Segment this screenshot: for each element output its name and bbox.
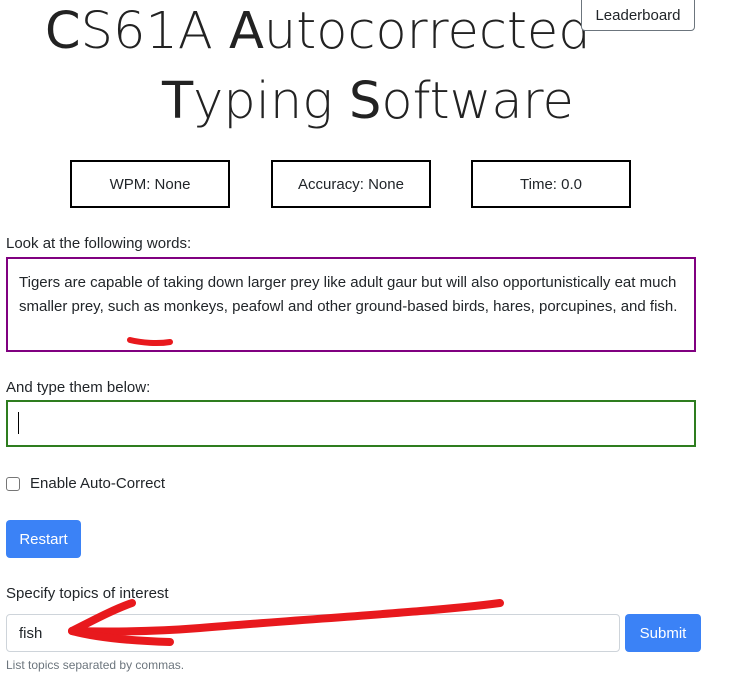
typing-input[interactable]	[6, 400, 696, 447]
typing-app: CS61A Autocorrected Typing Software Lead…	[0, 0, 729, 688]
title-letter-t: T	[162, 72, 194, 131]
title-text-s61a: S61A	[80, 2, 229, 61]
title-letter-c: C	[45, 2, 81, 61]
accuracy-stat: Accuracy: None	[271, 160, 431, 208]
title-text-yping: yping	[193, 72, 350, 131]
topics-input[interactable]	[6, 614, 620, 652]
topics-label: Specify topics of interest	[6, 585, 169, 602]
wpm-stat: WPM: None	[70, 160, 230, 208]
leaderboard-button[interactable]: Leaderboard	[581, 0, 695, 31]
autocorrect-toggle[interactable]: Enable Auto-Correct	[6, 475, 165, 492]
topics-help-text: List topics separated by commas.	[6, 658, 185, 672]
title-line-1: CS61A Autocorrected	[45, 0, 591, 64]
text-caret	[18, 412, 19, 434]
typing-label: And type them below:	[6, 379, 151, 396]
restart-button[interactable]: Restart	[6, 520, 81, 558]
title-text-oftware: oftware	[381, 72, 574, 131]
submit-button[interactable]: Submit	[625, 614, 701, 652]
autocorrect-label: Enable Auto-Correct	[30, 475, 166, 492]
title-letter-a: A	[229, 2, 264, 61]
prompt-text: Tigers are capable of taking down larger…	[6, 257, 696, 352]
title-letter-s: S	[349, 72, 382, 131]
prompt-label: Look at the following words:	[6, 235, 192, 252]
autocorrect-checkbox[interactable]	[6, 476, 20, 491]
title-line-2: Typing Software	[162, 70, 574, 134]
title-text-utocorrected: utocorrected	[263, 2, 591, 61]
time-stat: Time: 0.0	[471, 160, 631, 208]
